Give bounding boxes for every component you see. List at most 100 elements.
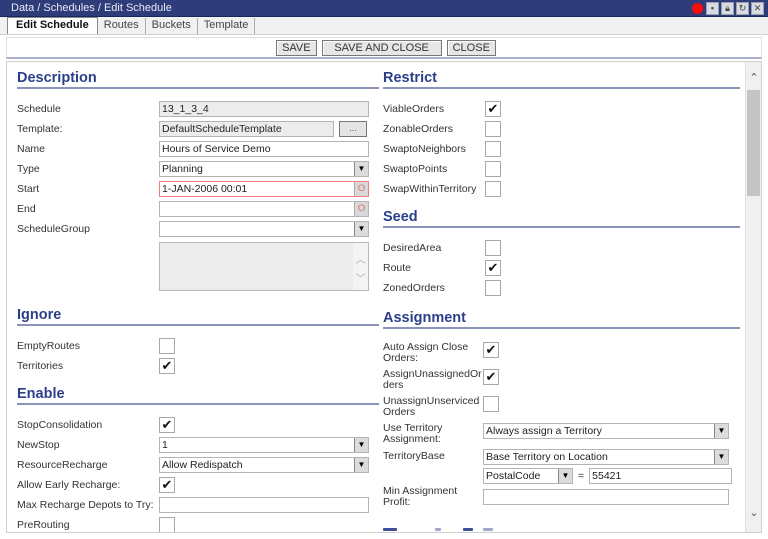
use-territory-row: Use Territory Assignment: Always assign …: [383, 420, 740, 447]
route-checkbox[interactable]: ✔: [485, 260, 501, 276]
end-date-input[interactable]: ⭘: [159, 201, 369, 217]
tab-template[interactable]: Template: [198, 18, 256, 34]
schedule-group-row: ScheduleGroup ▼: [17, 219, 379, 239]
swap-territory-row: SwapWithinTerritory: [383, 179, 740, 199]
template-row: Template: DefaultScheduleTemplate ...: [17, 119, 379, 139]
tab-buckets[interactable]: Buckets: [146, 18, 198, 34]
prerouting-row: PreRouting: [17, 515, 379, 532]
early-recharge-label: Allow Early Recharge:: [17, 478, 121, 491]
clipped-section-heading: [383, 520, 713, 532]
record-icon[interactable]: [691, 2, 704, 15]
early-recharge-checkbox[interactable]: ✔: [159, 477, 175, 493]
assign-unassigned-label: AssignUnassignedOrders: [383, 368, 482, 391]
unassign-unserviced-label: UnassignUnservicedOrders: [383, 395, 480, 418]
stop-consolidation-checkbox[interactable]: ✔: [159, 417, 175, 433]
chevron-down-icon[interactable]: ▼: [558, 468, 572, 483]
equals-sign: =: [578, 469, 585, 482]
territory-match-input[interactable]: [589, 467, 733, 484]
chevron-down-icon[interactable]: ▼: [354, 222, 368, 236]
tab-routes[interactable]: Routes: [98, 18, 146, 34]
chevron-down-icon[interactable]: ▼: [714, 424, 728, 438]
max-depots-input[interactable]: [159, 497, 369, 513]
refresh-icon[interactable]: ↻: [736, 2, 749, 15]
type-select[interactable]: Planning ▼: [159, 161, 369, 177]
clipped-heading-fragment: [463, 528, 473, 531]
scroll-down-icon[interactable]: ﹀: [353, 270, 368, 285]
zonable-orders-row: ZonableOrders: [383, 119, 740, 139]
end-row: End ⭘: [17, 199, 379, 219]
lock-icon[interactable]: 🔒︎: [721, 2, 734, 15]
zonable-orders-checkbox[interactable]: [485, 121, 501, 137]
assign-unassigned-checkbox[interactable]: ✔: [483, 369, 499, 385]
left-column: Description Schedule 13_1_3_4 Template: …: [17, 70, 379, 532]
zoned-orders-checkbox[interactable]: [485, 280, 501, 296]
schedule-group-select[interactable]: ▼: [159, 221, 369, 237]
viable-orders-checkbox[interactable]: ✔: [485, 101, 501, 117]
calendar-icon[interactable]: ⭘: [354, 202, 368, 216]
early-recharge-row: Allow Early Recharge: ✔: [17, 475, 379, 495]
swap-territory-checkbox[interactable]: [485, 181, 501, 197]
chevron-down-icon[interactable]: ▼: [354, 438, 368, 452]
territory-field-select[interactable]: PostalCode ▼: [483, 467, 573, 484]
auto-assign-label: Auto Assign Close Orders:: [383, 341, 469, 364]
start-value: 1-JAN-2006 00:01: [162, 183, 248, 195]
chevron-down-icon[interactable]: ▼: [714, 449, 728, 464]
schedule-label: Schedule: [17, 102, 61, 115]
title-bar: Data / Schedules / Edit Schedule ▪ 🔒︎ ↻ …: [0, 0, 768, 17]
tab-edit-schedule[interactable]: Edit Schedule: [7, 17, 98, 34]
schedule-field: 13_1_3_4: [159, 101, 369, 117]
right-column: Restrict ViableOrders ✔ ZonableOrders Sw…: [383, 70, 740, 509]
prerouting-checkbox[interactable]: [159, 517, 175, 532]
territory-field-value: PostalCode: [486, 469, 541, 482]
desired-area-checkbox[interactable]: [485, 240, 501, 256]
empty-routes-label: EmptyRoutes: [17, 339, 81, 352]
territory-base-select[interactable]: Base Territory on Location ▼: [483, 448, 729, 465]
desired-area-row: DesiredArea: [383, 238, 740, 258]
min-profit-input[interactable]: [483, 489, 729, 505]
start-date-input[interactable]: 1-JAN-2006 00:01 ⭘: [159, 181, 369, 197]
schedule-form: Description Schedule 13_1_3_4 Template: …: [6, 61, 762, 533]
schedule-group-list[interactable]: ︿ ﹀: [159, 242, 369, 291]
auto-assign-checkbox[interactable]: ✔: [483, 342, 499, 358]
auto-assign-row: Auto Assign Close Orders: ✔: [383, 339, 740, 366]
use-territory-select[interactable]: Always assign a Territory ▼: [483, 423, 729, 439]
territories-checkbox[interactable]: ✔: [159, 358, 175, 374]
chevron-down-icon[interactable]: ▼: [354, 162, 368, 176]
template-browse-button[interactable]: ...: [339, 121, 367, 137]
save-icon[interactable]: ▪: [706, 2, 719, 15]
scroll-up-icon[interactable]: ︿: [353, 251, 368, 266]
save-and-close-button[interactable]: SAVE AND CLOSE: [321, 39, 442, 56]
empty-routes-checkbox[interactable]: [159, 338, 175, 354]
empty-routes-row: EmptyRoutes: [17, 336, 379, 356]
list-scrollbar[interactable]: ︿ ﹀: [353, 243, 368, 290]
description-heading: Description: [17, 70, 379, 89]
route-label: Route: [383, 261, 412, 274]
schedule-group-label: ScheduleGroup: [17, 222, 90, 235]
new-stop-select[interactable]: 1 ▼: [159, 437, 369, 453]
tab-bar: Edit Schedule Routes Buckets Template: [0, 17, 768, 35]
use-territory-label: Use Territory Assignment:: [383, 422, 443, 445]
calendar-icon[interactable]: ⭘: [354, 182, 368, 196]
unassign-unserviced-row: UnassignUnservicedOrders: [383, 393, 740, 420]
unassign-unserviced-checkbox[interactable]: [483, 396, 499, 412]
swap-neighbors-checkbox[interactable]: [485, 141, 501, 157]
close-button[interactable]: CLOSE: [446, 39, 496, 56]
territory-base-row: TerritoryBase Base Territory on Location…: [383, 447, 740, 466]
swap-points-checkbox[interactable]: [485, 161, 501, 177]
desired-area-label: DesiredArea: [383, 241, 442, 254]
scroll-down-icon[interactable]: ⌄: [746, 506, 761, 520]
scrollbar-thumb[interactable]: [747, 90, 760, 196]
name-input[interactable]: [159, 141, 369, 157]
clipped-heading-fragment: [435, 528, 441, 531]
save-button[interactable]: SAVE: [276, 39, 317, 56]
vertical-scrollbar[interactable]: ⌃ ⌄: [745, 62, 761, 532]
viable-orders-label: ViableOrders: [383, 102, 445, 115]
swap-points-label: SwaptoPoints: [383, 162, 448, 175]
new-stop-row: NewStop 1 ▼: [17, 435, 379, 455]
scroll-up-icon[interactable]: ⌃: [746, 71, 761, 85]
chevron-down-icon[interactable]: ▼: [354, 458, 368, 472]
resource-recharge-select[interactable]: Allow Redispatch ▼: [159, 457, 369, 473]
close-icon[interactable]: ✕: [751, 2, 764, 15]
stop-consolidation-row: StopConsolidation ✔: [17, 415, 379, 435]
route-row: Route ✔: [383, 258, 740, 278]
